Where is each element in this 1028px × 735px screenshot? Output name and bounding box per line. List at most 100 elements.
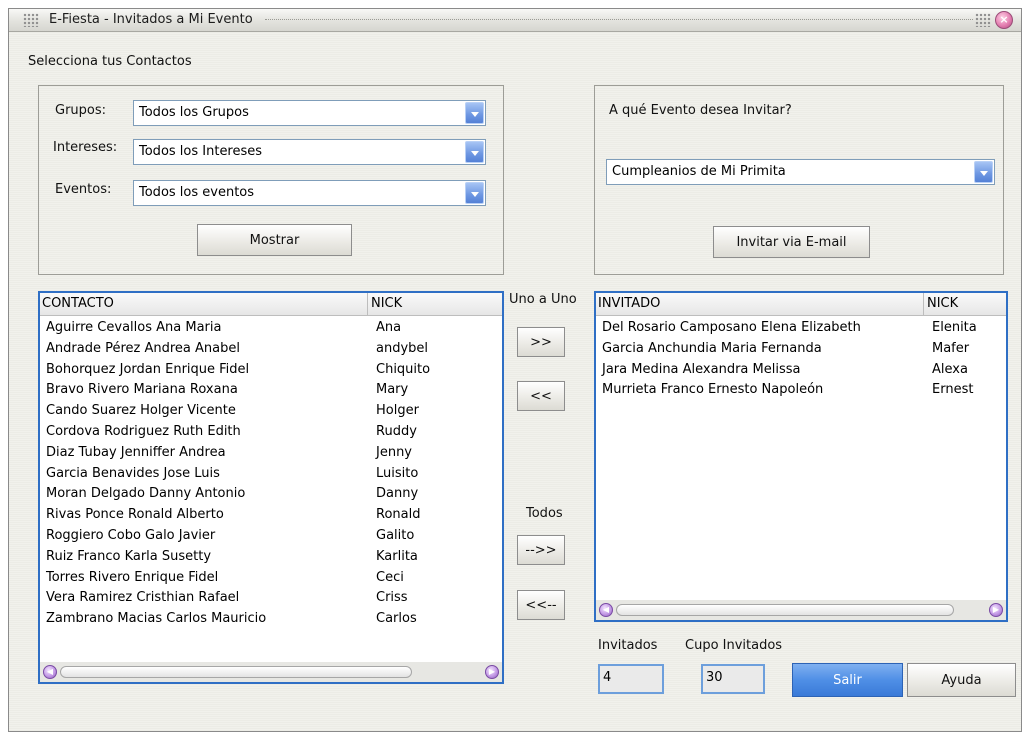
invitados-count-field: 4 <box>598 664 664 694</box>
chevron-down-icon[interactable] <box>465 102 484 124</box>
row-name: Aguirre Cevallos Ana Maria <box>46 320 222 335</box>
grupos-select[interactable]: Todos los Grupos <box>133 100 486 126</box>
row-nick: Ronald <box>376 507 421 523</box>
scroll-thumb[interactable] <box>616 604 954 616</box>
row-nick: Mafer <box>932 340 970 356</box>
scroll-right-icon[interactable]: ▶ <box>989 603 1003 617</box>
table-row[interactable]: Garcia Benavides Jose Luis Luisito <box>40 464 502 485</box>
table-row[interactable]: Bravo Rivero Mariana Roxana Mary <box>40 380 502 401</box>
table-row[interactable]: Diaz Tubay Jenniffer Andrea Jenny <box>40 443 502 464</box>
table-row[interactable]: Bohorquez Jordan Enrique Fidel Chiquito <box>40 360 502 381</box>
column-separator[interactable] <box>367 293 368 315</box>
chevron-down-icon[interactable] <box>974 161 993 183</box>
row-nick: Alexa <box>932 361 968 377</box>
salir-button[interactable]: Salir <box>792 663 903 697</box>
row-name: Garcia Benavides Jose Luis <box>46 465 220 481</box>
main-window: E-Fiesta - Invitados a Mi Evento × Selec… <box>8 8 1022 732</box>
event-select[interactable]: Cumpleanios de Mi Primita <box>606 159 995 185</box>
cupo-invitados-field[interactable]: 30 <box>701 664 765 694</box>
row-nick: Mary <box>376 382 409 398</box>
row-nick: Jenny <box>376 444 413 460</box>
table-row[interactable]: Moran Delgado Danny Antonio Danny <box>40 484 502 505</box>
invited-list[interactable]: INVITADO NICK Del Rosario Camposano Elen… <box>594 291 1008 622</box>
scroll-left-icon[interactable]: ◀ <box>599 603 613 617</box>
ayuda-button[interactable]: Ayuda <box>907 663 1016 697</box>
table-row[interactable]: Ruiz Franco Karla Susetty Karlita <box>40 547 502 568</box>
contacts-list-header: CONTACTO NICK <box>40 293 502 316</box>
scroll-left-icon[interactable]: ◀ <box>43 665 57 679</box>
table-row[interactable]: Murrieta Franco Ernesto Napoleón Ernest <box>596 380 1006 401</box>
section-title: Selecciona tus Contactos <box>28 54 192 69</box>
grip-icon <box>23 13 39 27</box>
row-name: Rivas Ponce Ronald Alberto <box>46 507 224 523</box>
table-row[interactable]: Vera Ramirez Cristhian Rafael Criss <box>40 588 502 609</box>
intereses-select-value: Todos los Intereses <box>139 144 263 159</box>
column-header-nick[interactable]: NICK <box>371 296 402 311</box>
row-nick: Ruddy <box>376 424 417 439</box>
row-name: Garcia Anchundia Maria Fernanda <box>602 340 822 356</box>
contacts-list[interactable]: CONTACTO NICK Aguirre Cevallos Ana Maria… <box>38 291 504 684</box>
row-nick: Elenita <box>932 320 977 335</box>
close-button[interactable]: × <box>995 11 1013 29</box>
add-all-button[interactable]: -->> <box>517 535 565 565</box>
grupos-label: Grupos: <box>55 103 107 118</box>
row-nick: Ernest <box>932 382 974 398</box>
intereses-label: Intereses: <box>53 140 118 155</box>
row-nick: Holger <box>376 403 419 419</box>
eventos-select-value: Todos los eventos <box>139 185 255 200</box>
column-header-nick[interactable]: NICK <box>927 296 958 311</box>
remove-all-button[interactable]: <<-- <box>517 590 565 620</box>
row-name: Diaz Tubay Jenniffer Andrea <box>46 444 226 460</box>
table-row[interactable]: Zambrano Macias Carlos Mauricio Carlos <box>40 609 502 630</box>
row-nick: Galito <box>376 528 415 543</box>
title-divider <box>265 19 973 20</box>
chevron-down-icon[interactable] <box>465 182 484 204</box>
column-separator[interactable] <box>923 293 924 315</box>
cupo-invitados-label: Cupo Invitados <box>685 638 783 653</box>
invitar-email-button[interactable]: Invitar via E-mail <box>713 226 870 258</box>
table-row[interactable]: Rivas Ponce Ronald Alberto Ronald <box>40 505 502 526</box>
scroll-right-icon[interactable]: ▶ <box>485 665 499 679</box>
table-row[interactable]: Garcia Anchundia Maria Fernanda Mafer <box>596 339 1006 360</box>
intereses-select[interactable]: Todos los Intereses <box>133 139 486 165</box>
column-header-invitado[interactable]: INVITADO <box>598 296 660 311</box>
row-nick: Chiquito <box>376 361 431 377</box>
invited-horizontal-scrollbar[interactable]: ◀ ▶ <box>596 600 1006 620</box>
table-row[interactable]: Cando Suarez Holger Vicente Holger <box>40 401 502 422</box>
row-nick: Carlos <box>376 611 417 627</box>
mostrar-button[interactable]: Mostrar <box>197 224 352 256</box>
event-question: A qué Evento desea Invitar? <box>609 103 792 118</box>
row-name: Vera Ramirez Cristhian Rafael <box>46 590 240 606</box>
table-row[interactable]: Andrade Pérez Andrea Anabel andybel <box>40 339 502 360</box>
row-nick: Karlita <box>376 548 418 564</box>
row-name: Cordova Rodriguez Ruth Edith <box>46 424 241 439</box>
row-name: Bohorquez Jordan Enrique Fidel <box>46 361 250 377</box>
invitados-label: Invitados <box>598 638 658 653</box>
chevron-down-icon[interactable] <box>465 141 484 163</box>
table-row[interactable]: Aguirre Cevallos Ana Maria Ana <box>40 318 502 339</box>
todos-label: Todos <box>526 506 563 521</box>
table-row[interactable]: Del Rosario Camposano Elena Elizabeth Ele… <box>596 318 1006 339</box>
invited-list-header: INVITADO NICK <box>596 293 1006 316</box>
title-bar[interactable]: E-Fiesta - Invitados a Mi Evento × <box>9 9 1021 32</box>
remove-one-button[interactable]: << <box>517 381 565 411</box>
table-row[interactable]: Cordova Rodriguez Ruth Edith Ruddy <box>40 422 502 443</box>
table-row[interactable]: Jara Medina Alexandra Melissa Alexa <box>596 360 1006 381</box>
row-name: Bravo Rivero Mariana Roxana <box>46 382 238 398</box>
table-row[interactable]: Torres Rivero Enrique Fidel Ceci <box>40 568 502 589</box>
table-row[interactable]: Roggiero Cobo Galo Javier Galito <box>40 526 502 547</box>
eventos-select[interactable]: Todos los eventos <box>133 180 486 206</box>
window-title: E-Fiesta - Invitados a Mi Evento <box>49 12 253 27</box>
uno-a-uno-label: Uno a Uno <box>509 292 577 307</box>
column-header-contacto[interactable]: CONTACTO <box>42 296 114 311</box>
row-nick: Danny <box>376 486 419 502</box>
row-nick: Ana <box>376 320 402 335</box>
eventos-label: Eventos: <box>55 182 112 197</box>
scroll-thumb[interactable] <box>60 666 412 678</box>
add-one-button[interactable]: >> <box>517 327 565 357</box>
row-name: Ruiz Franco Karla Susetty <box>46 548 212 564</box>
row-nick: andybel <box>376 340 429 356</box>
row-nick: Criss <box>376 590 408 606</box>
contacts-horizontal-scrollbar[interactable]: ◀ ▶ <box>40 662 502 682</box>
row-name: Jara Medina Alexandra Melissa <box>602 361 801 377</box>
